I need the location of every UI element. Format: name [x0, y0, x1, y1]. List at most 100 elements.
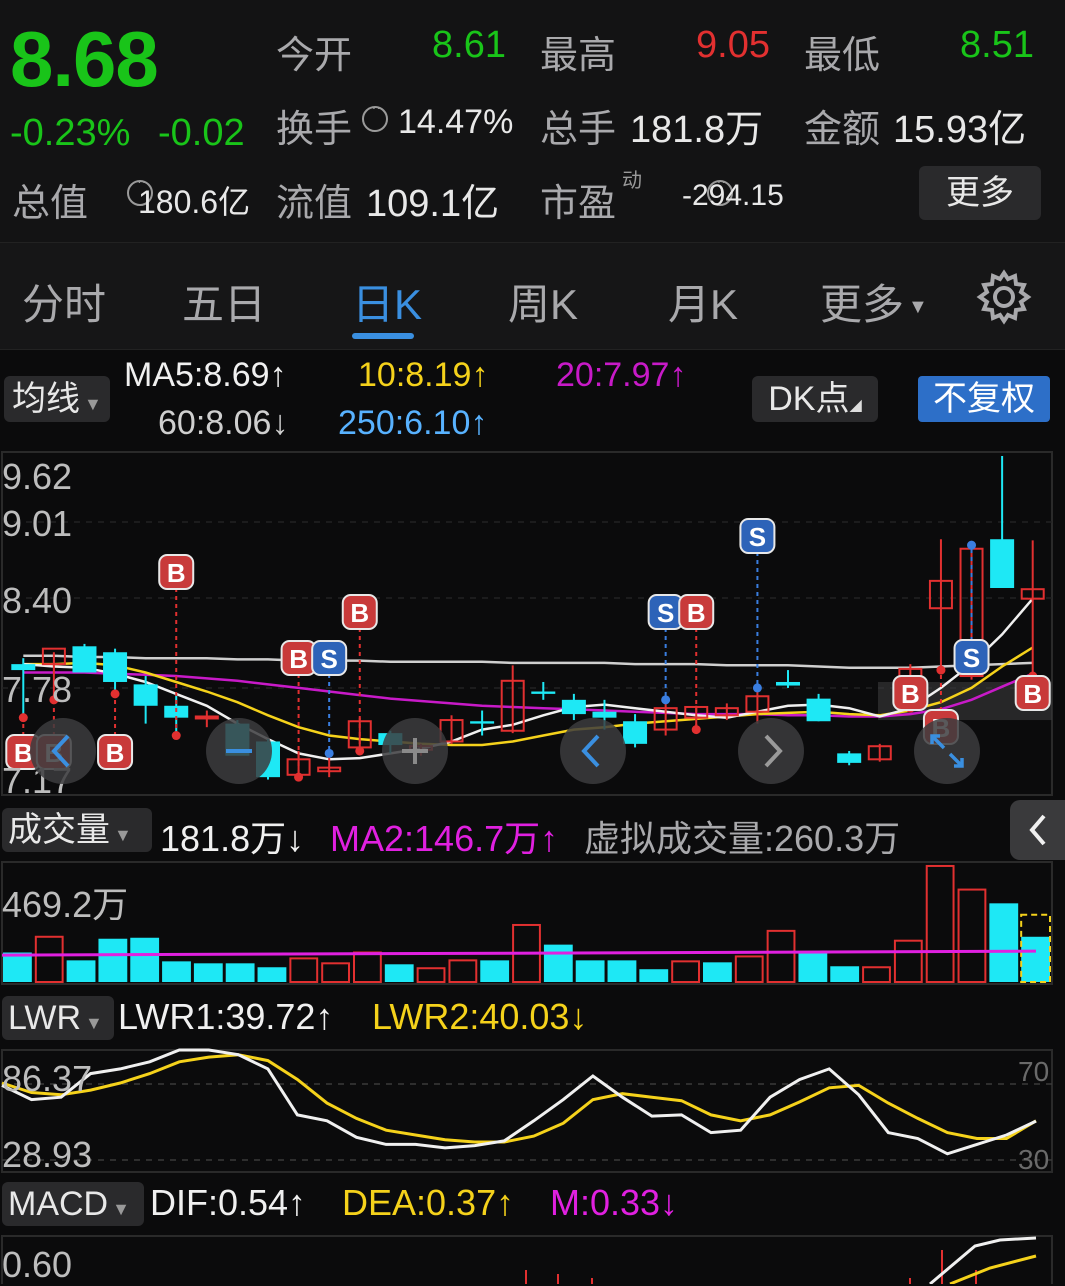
tab-more-label: 更多	[820, 281, 905, 328]
plus-icon	[402, 738, 428, 764]
volume-bar	[162, 961, 191, 982]
volume-bar	[830, 966, 860, 982]
dk-point-selector[interactable]: DK点◢	[752, 376, 878, 422]
macd-m-readout: M:0.33↓	[550, 1182, 679, 1223]
marker-letter: S	[749, 522, 766, 552]
ma20-readout: 20:7.97↑	[556, 356, 687, 394]
buy-marker: B	[1014, 671, 1051, 711]
volume-bar	[448, 959, 478, 984]
volume-bar	[193, 963, 223, 982]
scroll-back-button[interactable]	[560, 718, 626, 784]
macd-selector[interactable]: MACD ▼	[2, 1182, 144, 1226]
macd-chart[interactable]	[0, 1234, 1065, 1284]
volume-bar	[416, 967, 446, 983]
zoom-out-button[interactable]	[206, 718, 272, 784]
marker-dot	[324, 748, 334, 758]
gear-icon[interactable]	[974, 267, 1034, 327]
chevron-left-icon	[1029, 814, 1046, 846]
ma-selector-label: 均线	[12, 380, 80, 418]
candle	[867, 743, 892, 762]
candle-body	[776, 681, 800, 686]
caret-down-icon: ▼	[112, 1199, 130, 1219]
amount-value: 15.93亿	[893, 109, 1027, 151]
marker-dot	[355, 746, 365, 756]
volume-bar	[862, 966, 891, 983]
volume-bar	[766, 929, 796, 984]
candle	[531, 681, 556, 700]
tab-five-day[interactable]: 五日	[182, 271, 266, 332]
fullscreen-button[interactable]	[914, 718, 980, 784]
candle-body	[592, 711, 617, 718]
volume-bar	[893, 939, 923, 983]
candle	[837, 750, 862, 766]
candle-body	[531, 691, 556, 694]
volume-virtual: 虚拟成交量:260.3万	[584, 818, 901, 859]
kline-frame	[1, 451, 1053, 796]
volume-chart[interactable]	[0, 860, 1065, 986]
volume-bar	[34, 935, 64, 984]
scroll-forward-button[interactable]	[738, 718, 804, 784]
market-cap-label: 总值	[12, 183, 89, 225]
market-cap-value: 180.6亿	[138, 184, 251, 220]
candle-body	[133, 684, 158, 706]
corner-arrow-icon: ◢	[849, 397, 862, 414]
macd-dea-line	[949, 1254, 1037, 1284]
zoom-in-button[interactable]	[382, 718, 448, 784]
chevron-left-icon	[581, 734, 600, 768]
marker-letter: S	[321, 644, 338, 674]
marker-dot	[967, 540, 977, 550]
marker-dot	[171, 731, 181, 741]
panel-toggle-button[interactable]	[1010, 800, 1065, 860]
volume-bar	[353, 951, 382, 983]
lwr2-line	[1, 1053, 1037, 1144]
tab-intraday[interactable]: 分时	[22, 271, 106, 332]
lwr-selector[interactable]: LWR ▼	[2, 996, 114, 1040]
volume-bar	[703, 962, 732, 982]
volume-bar	[798, 952, 828, 982]
candle	[72, 643, 97, 673]
change-percent: -0.23%	[10, 112, 131, 154]
turnover-value: 14.47%	[398, 103, 514, 141]
adjust-button[interactable]: 不复权	[918, 376, 1050, 422]
expand-icon	[930, 734, 964, 768]
volume-label: 总手	[540, 109, 617, 151]
candle	[806, 693, 831, 722]
marker-letter: B	[167, 558, 186, 588]
volume-selector[interactable]: 成交量 ▼	[2, 808, 152, 852]
marker-dot	[294, 772, 304, 782]
scroll-left-button[interactable]	[30, 718, 96, 784]
tab-more[interactable]: 更多 ▼	[820, 271, 928, 332]
float-cap-label: 流值	[276, 183, 353, 225]
ma-selector[interactable]: 均线 ▼	[4, 376, 110, 422]
info-icon[interactable]	[362, 99, 388, 132]
tab-daily-k[interactable]: 日K	[352, 271, 422, 332]
kline-y-tick: 9.01	[2, 503, 73, 544]
volume-bar	[543, 944, 573, 982]
candle	[928, 539, 953, 671]
lwr1-readout: LWR1:39.72↑	[118, 996, 334, 1037]
macd-y-top: 0.60	[2, 1244, 73, 1285]
volume-bar	[225, 963, 255, 982]
open-label: 今开	[276, 35, 353, 77]
lwr-chart[interactable]	[0, 1048, 1065, 1174]
kline-chart[interactable]: BBBBBSBSBSBBSB	[0, 450, 1065, 800]
candle-body	[72, 646, 97, 673]
marker-dot	[661, 695, 671, 705]
float-cap-value: 109.1亿	[366, 183, 500, 225]
high-label: 最高	[540, 35, 617, 77]
volume-bar	[575, 960, 605, 982]
more-quote-button[interactable]: 更多	[919, 166, 1041, 220]
candle-body	[623, 721, 648, 744]
pe-value: -294.15	[682, 179, 784, 212]
tab-weekly-k[interactable]: 周K	[508, 271, 578, 332]
marker-letter: S	[657, 598, 674, 628]
candle-body	[103, 652, 128, 682]
marker-dot	[18, 713, 28, 723]
caret-down-icon: ▼	[114, 825, 132, 845]
tab-monthly-k[interactable]: 月K	[668, 271, 738, 332]
marker-dot	[691, 725, 701, 735]
turnover-label: 换手	[276, 109, 353, 151]
volume-bar	[321, 962, 351, 983]
candle	[103, 648, 128, 694]
kline-y-tick: 7.78	[2, 669, 73, 710]
